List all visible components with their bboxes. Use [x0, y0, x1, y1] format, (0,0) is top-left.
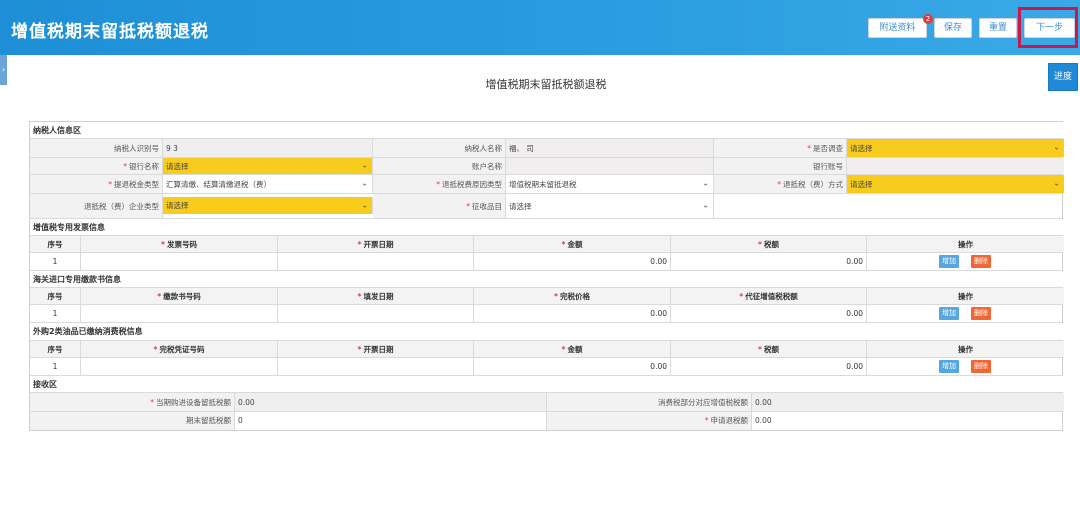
equip-tax-field: 0.00 [235, 393, 547, 411]
refund-type-select[interactable]: 汇算清缴、结算清缴退税（费） ⌄ [163, 175, 373, 193]
customs-tax-input[interactable]: 0.00 [671, 305, 867, 322]
attach-count-badge: 2 [923, 14, 933, 24]
enterprise-type-select[interactable]: 请选择 ⌄ [163, 197, 373, 214]
customs-action-cell: 增加 删除 [867, 305, 1064, 322]
chevron-down-icon: ⌄ [361, 200, 368, 210]
save-button[interactable]: 保存 [934, 18, 972, 38]
customs-delete-button[interactable]: 删除 [971, 307, 991, 320]
customs-date-input[interactable] [278, 305, 474, 322]
bank-account-field [847, 158, 1064, 174]
invoice-number-input[interactable] [81, 253, 278, 270]
audit-select[interactable]: 请选择 ⌄ [847, 139, 1064, 157]
customs-header-tax: * 代征增值税税额 [671, 288, 867, 304]
invoice-header-action: 操作 [867, 236, 1064, 252]
customs-price-input[interactable]: 0.00 [474, 305, 671, 322]
reason-type-label: * 退抵税费原因类型 [373, 175, 506, 193]
taxpayer-section-title: 纳税人信息区 [30, 122, 1064, 138]
reset-button[interactable]: 重置 [979, 18, 1017, 38]
taxpayer-name-label: 纳税人名称 [373, 139, 506, 157]
oil-header-date: * 开票日期 [278, 341, 474, 357]
apply-refund-label: * 申请退税额 [547, 412, 752, 430]
refund-type-label: * 提退税金类型 [30, 175, 163, 193]
chevron-down-icon: ⌄ [702, 178, 709, 188]
invoice-delete-button[interactable]: 删除 [971, 255, 991, 268]
refund-method-label: * 退抵税（费）方式 [714, 175, 847, 193]
invoice-section-title: 增值税专用发票信息 [30, 219, 1064, 235]
apply-refund-field[interactable]: 0.00 [752, 412, 1064, 430]
reason-type-select[interactable]: 增值税期末留抵退税 ⌄ [506, 175, 714, 193]
app-title: 增值税期末留抵税额退税 [11, 22, 209, 42]
account-name-label: 账户名称 [373, 158, 506, 174]
oil-section-title: 外购2类油品已缴纳消费税信息 [30, 323, 1064, 340]
end-tax-label: 期末留抵税额 [30, 412, 235, 430]
oil-number-input[interactable] [81, 358, 278, 375]
invoice-header-number: * 发票号码 [81, 236, 278, 252]
audit-label: * 是否调查 [714, 139, 847, 157]
invoice-header-amount: * 金额 [474, 236, 671, 252]
oil-amount-input[interactable]: 0.00 [474, 358, 671, 375]
customs-row-index: 1 [30, 305, 81, 322]
customs-section-title: 海关进口专用缴款书信息 [30, 271, 1064, 287]
top-bar: 增值税期末留抵税额退税 附送资料 2 保存 重置 下一步 [0, 0, 1080, 55]
bank-account-label: 银行账号 [714, 158, 847, 174]
progress-button[interactable]: 进度 [1048, 63, 1078, 91]
taxpayer-name-field: 福、 司 [506, 139, 714, 157]
levy-item-label: * 征收品目 [373, 194, 506, 218]
oil-header-amount: * 金额 [474, 341, 671, 357]
invoice-header-date: * 开票日期 [278, 236, 474, 252]
customs-add-button[interactable]: 增加 [939, 307, 959, 320]
oil-header-index: 序号 [30, 341, 81, 357]
table-row: 1 0.00 0.00 增加 删除 [30, 253, 1062, 271]
page-title: 增值税期末留抵税额退税 [485, 78, 607, 91]
oil-add-button[interactable]: 增加 [939, 360, 959, 373]
oil-header-action: 操作 [867, 341, 1064, 357]
equip-tax-label: * 当期购进设备留抵税额 [30, 393, 235, 411]
chevron-down-icon: ⌄ [702, 200, 709, 210]
oil-header-tax: * 税额 [671, 341, 867, 357]
chevron-down-icon: ⌄ [1053, 178, 1060, 188]
customs-header-price: * 完税价格 [474, 288, 671, 304]
attach-button[interactable]: 附送资料 [868, 18, 927, 38]
end-tax-field: 0 [235, 412, 547, 430]
oil-action-cell: 增加 删除 [867, 358, 1064, 375]
refund-method-select[interactable]: 请选择 ⌄ [847, 175, 1064, 193]
tax-id-field: 9 3 [163, 139, 373, 157]
customs-header-index: 序号 [30, 288, 81, 304]
invoice-action-cell: 增加 删除 [867, 253, 1064, 270]
next-step-highlight-box [1018, 7, 1078, 48]
receive-section-title: 接收区 [30, 376, 1064, 392]
oil-header-number: * 完税凭证号码 [81, 341, 278, 357]
oil-tax-input[interactable]: 0.00 [671, 358, 867, 375]
chevron-down-icon: ⌄ [1053, 142, 1060, 152]
empty-cell [714, 194, 1064, 218]
invoice-row-index: 1 [30, 253, 81, 270]
customs-number-input[interactable] [81, 305, 278, 322]
chevron-down-icon: ⌄ [361, 160, 368, 170]
levy-item-select[interactable]: 请选择 ⌄ [506, 194, 714, 218]
oil-date-input[interactable] [278, 358, 474, 375]
bank-name-label: * 银行名称 [30, 158, 163, 174]
consumption-tax-field: 0.00 [752, 393, 1064, 411]
invoice-amount-input[interactable]: 0.00 [474, 253, 671, 270]
table-row: 1 0.00 0.00 增加 删除 [30, 305, 1062, 323]
tax-id-label: 纳税人识别号 [30, 139, 163, 157]
chevron-down-icon: ⌄ [361, 178, 368, 188]
invoice-add-button[interactable]: 增加 [939, 255, 959, 268]
invoice-tax-input[interactable]: 0.00 [671, 253, 867, 270]
oil-delete-button[interactable]: 删除 [971, 360, 991, 373]
table-row: 1 0.00 0.00 增加 删除 [30, 358, 1062, 376]
refund-form: 纳税人信息区 纳税人识别号 9 3 纳税人名称 福、 司 * 是否调查 请选择 ⌄ … [29, 121, 1064, 431]
consumption-tax-label: 消费税部分对应增值税税额 [547, 393, 752, 411]
account-name-field [506, 158, 714, 174]
invoice-header-tax: * 税额 [671, 236, 867, 252]
customs-header-action: 操作 [867, 288, 1064, 304]
customs-header-number: * 缴款书号码 [81, 288, 278, 304]
bank-name-select[interactable]: 请选择 ⌄ [163, 158, 373, 174]
invoice-date-input[interactable] [278, 253, 474, 270]
customs-header-date: * 填发日期 [278, 288, 474, 304]
invoice-header-index: 序号 [30, 236, 81, 252]
oil-row-index: 1 [30, 358, 81, 375]
enterprise-type-label: 退抵税（费）企业类型 [30, 194, 163, 218]
